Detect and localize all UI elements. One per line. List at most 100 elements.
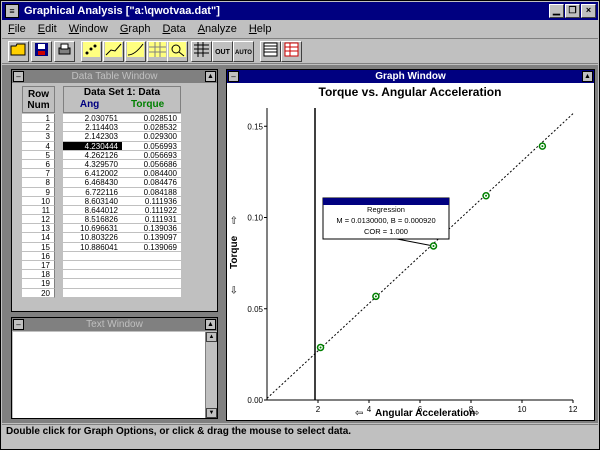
- row-number[interactable]: 3: [22, 132, 55, 142]
- menu-graph[interactable]: Graph: [120, 21, 151, 38]
- open-file-icon[interactable]: [8, 41, 29, 62]
- cell-ang[interactable]: [63, 251, 122, 261]
- cell-ang[interactable]: 8.516826: [63, 215, 122, 225]
- cell-torque[interactable]: 0.084476: [122, 178, 181, 188]
- cell-ang[interactable]: 6.468430: [63, 178, 122, 188]
- menu-data[interactable]: Data: [162, 21, 185, 38]
- zoom-out-button[interactable]: OUT: [212, 41, 233, 62]
- text-area[interactable]: [13, 332, 205, 418]
- menu-edit[interactable]: Edit: [38, 21, 57, 38]
- cell-torque[interactable]: 0.056993: [122, 141, 181, 151]
- save-icon[interactable]: [31, 41, 52, 62]
- table-row[interactable]: 16: [22, 251, 181, 261]
- cell-torque[interactable]: 0.139036: [122, 224, 181, 234]
- cell-ang[interactable]: 8.603140: [63, 196, 122, 206]
- cell-torque[interactable]: [122, 288, 181, 298]
- cell-torque[interactable]: 0.084400: [122, 169, 181, 179]
- row-number[interactable]: 1: [22, 114, 55, 124]
- cell-ang[interactable]: 10.886041: [63, 242, 122, 252]
- y-axis-label-group[interactable]: ⇦ Torque ⇨: [229, 216, 240, 294]
- cell-ang[interactable]: 2.030751: [63, 114, 122, 124]
- cell-ang[interactable]: [63, 288, 122, 298]
- curve-fit-icon[interactable]: [125, 41, 146, 62]
- cell-torque[interactable]: 0.028532: [122, 123, 181, 133]
- graph-window-system-menu[interactable]: –: [228, 71, 239, 82]
- chart[interactable]: Torque vs. Angular Acceleration 0.00 0.05…: [227, 84, 594, 420]
- menu-window[interactable]: Window: [69, 21, 108, 38]
- table-row[interactable]: 5 4.262126 0.056693: [22, 150, 181, 160]
- table-row[interactable]: 15 10.886041 0.139069: [22, 242, 181, 252]
- cell-torque[interactable]: [122, 270, 181, 280]
- cell-ang[interactable]: [63, 261, 122, 271]
- row-number[interactable]: 4: [22, 141, 55, 151]
- text-window-system-menu[interactable]: –: [13, 319, 24, 330]
- menu-help[interactable]: Help: [249, 21, 272, 38]
- row-number[interactable]: 11: [22, 205, 55, 216]
- cell-ang[interactable]: 6.722116: [63, 187, 122, 197]
- cell-torque[interactable]: [122, 261, 181, 271]
- row-number[interactable]: 7: [22, 169, 55, 179]
- row-number[interactable]: 9: [22, 187, 55, 197]
- cell-torque[interactable]: 0.056693: [122, 150, 181, 160]
- row-number[interactable]: 14: [22, 233, 55, 243]
- cell-torque[interactable]: 0.056686: [122, 159, 181, 170]
- row-number[interactable]: 15: [22, 242, 55, 252]
- text-scrollbar[interactable]: ▲ ▼: [205, 332, 217, 418]
- cell-ang[interactable]: 2.142303: [63, 132, 122, 142]
- table-row[interactable]: 2 2.114403 0.028532: [22, 123, 181, 133]
- cell-torque[interactable]: 0.139097: [122, 233, 181, 243]
- graph-window-maximize[interactable]: ▲: [582, 71, 593, 82]
- cell-torque[interactable]: 0.028510: [122, 114, 181, 124]
- x-scroll-left-icon[interactable]: ⇦: [355, 408, 363, 419]
- table-row[interactable]: 4 4.230444 0.056993: [22, 141, 181, 151]
- cell-ang[interactable]: 4.329570: [63, 159, 122, 170]
- dataset-header[interactable]: Data Set 1: Data Ang Torque: [63, 86, 181, 113]
- row-number[interactable]: 8: [22, 178, 55, 188]
- row-number[interactable]: 10: [22, 196, 55, 206]
- cell-ang[interactable]: 6.412002: [63, 169, 122, 179]
- cell-torque[interactable]: 0.029300: [122, 132, 181, 142]
- table-row[interactable]: 17: [22, 261, 181, 271]
- table-row[interactable]: 12 8.516826 0.111931: [22, 215, 181, 225]
- table-icon[interactable]: [260, 41, 281, 62]
- row-number[interactable]: 12: [22, 215, 55, 225]
- table-row[interactable]: 7 6.412002 0.084400: [22, 169, 181, 179]
- cell-ang[interactable]: [63, 270, 122, 280]
- autoscale-button[interactable]: AUTO: [233, 41, 254, 62]
- scatter-graph-icon[interactable]: [81, 41, 102, 62]
- cell-torque[interactable]: 0.111936: [122, 196, 181, 206]
- column-header-ang[interactable]: Ang: [80, 99, 99, 110]
- menu-file[interactable]: File: [8, 21, 26, 38]
- data-table-system-menu[interactable]: –: [13, 71, 24, 82]
- regression-annotation[interactable]: Regression M = 0.0130000, B = 0.000920 C…: [322, 197, 450, 240]
- x-scroll-right-icon[interactable]: ⇨: [471, 408, 479, 419]
- cell-torque[interactable]: [122, 279, 181, 289]
- column-header-torque[interactable]: Torque: [131, 99, 164, 110]
- scroll-up-icon[interactable]: ▲: [206, 332, 217, 342]
- table-row[interactable]: 18: [22, 270, 181, 280]
- text-window[interactable]: Text Window – ▲ ▲ ▼: [11, 317, 218, 419]
- app-icon[interactable]: ≡: [5, 4, 19, 18]
- row-number[interactable]: 5: [22, 150, 55, 160]
- print-icon[interactable]: [54, 41, 75, 62]
- minimize-button[interactable]: ▁: [549, 4, 564, 18]
- examine-icon[interactable]: [191, 41, 212, 62]
- cell-ang[interactable]: [63, 279, 122, 289]
- row-number[interactable]: 13: [22, 224, 55, 234]
- table-row[interactable]: 1 2.030751 0.028510: [22, 114, 181, 124]
- table-row[interactable]: 6 4.329570 0.056686: [22, 159, 181, 170]
- cell-torque[interactable]: [122, 251, 181, 261]
- cell-ang[interactable]: 10.803226: [63, 233, 122, 243]
- cell-ang[interactable]: 2.114403: [63, 123, 122, 133]
- row-number[interactable]: 18: [22, 270, 55, 280]
- row-number[interactable]: 19: [22, 279, 55, 289]
- cell-torque[interactable]: 0.139069: [122, 242, 181, 252]
- table-row[interactable]: 13 10.696631 0.139036: [22, 224, 181, 234]
- cell-ang[interactable]: 8.644012: [63, 205, 122, 216]
- cell-ang[interactable]: 4.230444: [63, 141, 122, 151]
- data-table-maximize[interactable]: ▲: [205, 71, 216, 82]
- graph-window[interactable]: Graph Window – ▲ Torque vs. Angular Acce…: [226, 69, 595, 421]
- y-scroll-up-icon[interactable]: ⇨: [229, 216, 240, 224]
- line-graph-icon[interactable]: [103, 41, 124, 62]
- cell-ang[interactable]: 10.696631: [63, 224, 122, 234]
